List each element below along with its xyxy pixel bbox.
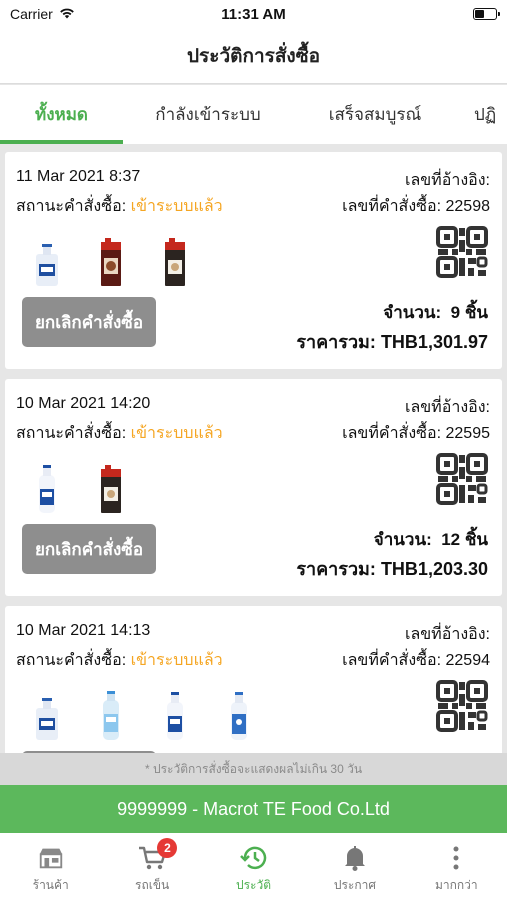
product-image bbox=[101, 465, 121, 513]
bell-icon bbox=[341, 845, 369, 871]
order-date: 10 Mar 2021 14:13 bbox=[16, 622, 151, 639]
nav-label: ประวัติ bbox=[235, 878, 272, 892]
product-image bbox=[101, 238, 121, 286]
product-image bbox=[39, 465, 55, 513]
order-no-label: เลขที่คำสั่งซื้อ: bbox=[342, 425, 442, 442]
order-no-value: 22598 bbox=[445, 198, 491, 215]
qty-value: 12 ชิ้น bbox=[441, 530, 488, 549]
battery-icon bbox=[473, 8, 500, 20]
order-card[interactable]: 10 Mar 2021 14:13 สถานะคำสั่งซื้อ: เข้าร… bbox=[5, 606, 502, 753]
nav-item-history[interactable]: ประวัติ bbox=[203, 833, 304, 900]
order-no-label: เลขที่คำสั่งซื้อ: bbox=[342, 198, 442, 215]
tab-rejected[interactable]: ปฏิ bbox=[474, 85, 507, 144]
qty-label: จำนวน: bbox=[373, 530, 432, 549]
nav-header: ประวัติการสั่งซื้อ bbox=[0, 28, 507, 84]
status-value: เข้าระบบแล้ว bbox=[130, 652, 223, 669]
product-image bbox=[167, 692, 183, 740]
status-tabs: ทั้งหมด กำลังเข้าระบบ เสร็จสมบูรณ์ ปฏิ bbox=[0, 85, 507, 144]
ref-label: เลขที่อ้างอิง: bbox=[404, 172, 490, 189]
status-label: สถานะคำสั่งซื้อ: bbox=[16, 425, 127, 442]
tab-all[interactable]: ทั้งหมด bbox=[0, 85, 123, 144]
bottom-nav: ร้านค้า 2 รถเข็น ประวัติ ประกาศ มากกว่า bbox=[0, 833, 507, 900]
tab-indicator bbox=[0, 140, 123, 144]
nav-item-more[interactable]: มากกว่า bbox=[406, 833, 507, 900]
store-icon bbox=[37, 845, 65, 871]
wifi-icon bbox=[59, 6, 75, 22]
total-value: THB1,203.30 bbox=[380, 559, 488, 579]
product-thumbnails bbox=[35, 457, 123, 515]
status-label: สถานะคำสั่งซื้อ: bbox=[16, 652, 127, 669]
order-no-label: เลขที่คำสั่งซื้อ: bbox=[342, 652, 442, 669]
tab-processing[interactable]: กำลังเข้าระบบ bbox=[138, 85, 278, 144]
ref-label: เลขที่อ้างอิง: bbox=[404, 399, 490, 416]
product-image bbox=[36, 698, 58, 740]
tab-label: ทั้งหมด bbox=[35, 105, 88, 124]
order-list[interactable]: 11 Mar 2021 8:37 สถานะคำสั่งซื้อ: เข้าระ… bbox=[0, 148, 507, 753]
product-image bbox=[36, 244, 58, 286]
tab-completed[interactable]: เสร็จสมบูรณ์ bbox=[310, 85, 440, 144]
nav-item-store[interactable]: ร้านค้า bbox=[0, 833, 101, 900]
order-status: สถานะคำสั่งซื้อ: เข้าระบบแล้ว bbox=[16, 648, 223, 673]
carrier-label: Carrier bbox=[10, 6, 53, 22]
order-quantity: จำนวน: 12 ชิ้น bbox=[374, 526, 488, 553]
order-card[interactable]: 10 Mar 2021 14:20 สถานะคำสั่งซื้อ: เข้าร… bbox=[5, 379, 502, 596]
tab-label: กำลังเข้าระบบ bbox=[155, 105, 261, 124]
nav-label: ประกาศ bbox=[333, 878, 376, 892]
nav-item-announcements[interactable]: ประกาศ bbox=[304, 833, 405, 900]
history-notice: * ประวัติการสั่งซื้อจะแสดงผลไม่เกิน 30 ว… bbox=[0, 753, 507, 785]
order-total: ราคารวม: THB1,203.30 bbox=[296, 554, 488, 583]
status-bar: Carrier 11:31 AM bbox=[0, 0, 507, 28]
nav-label: รถเข็น bbox=[135, 878, 170, 892]
tab-label: เสร็จสมบูรณ์ bbox=[328, 105, 422, 124]
order-no-value: 22594 bbox=[445, 652, 491, 669]
order-date: 11 Mar 2021 8:37 bbox=[16, 168, 141, 185]
order-card[interactable]: 11 Mar 2021 8:37 สถานะคำสั่งซื้อ: เข้าระ… bbox=[5, 152, 502, 369]
order-ref: เลขที่อ้างอิง: bbox=[405, 168, 490, 193]
product-image bbox=[231, 692, 247, 740]
qty-label: จำนวน: bbox=[383, 303, 442, 322]
order-number: เลขที่คำสั่งซื้อ: 22595 bbox=[342, 421, 490, 446]
cart-badge: 2 bbox=[157, 838, 178, 858]
qr-code-icon[interactable] bbox=[436, 680, 488, 732]
nav-item-cart[interactable]: 2 รถเข็น bbox=[101, 833, 202, 900]
cancel-order-button[interactable]: ยกเลิกคำสั่งซื้อ bbox=[22, 297, 156, 347]
nav-label: ร้านค้า bbox=[32, 878, 69, 892]
history-icon bbox=[239, 845, 268, 871]
status-value: เข้าระบบแล้ว bbox=[130, 425, 223, 442]
ref-label: เลขที่อ้างอิง: bbox=[404, 626, 490, 643]
order-ref: เลขที่อ้างอิง: bbox=[405, 395, 490, 420]
order-total: ราคารวม: THB1,301.97 bbox=[296, 327, 488, 356]
qr-code-icon[interactable] bbox=[436, 226, 488, 278]
product-image bbox=[103, 691, 119, 740]
total-value: THB1,301.97 bbox=[380, 332, 488, 352]
order-status: สถานะคำสั่งซื้อ: เข้าระบบแล้ว bbox=[16, 421, 223, 446]
product-image bbox=[165, 238, 185, 286]
company-bar[interactable]: 9999999 - Macrot TE Food Co.Ltd bbox=[0, 785, 507, 833]
total-label: ราคารวม: bbox=[296, 332, 376, 352]
cancel-order-button[interactable]: ยกเลิกคำสั่งซื้อ bbox=[22, 524, 156, 574]
order-no-value: 22595 bbox=[445, 425, 491, 442]
qr-code-icon[interactable] bbox=[436, 453, 488, 505]
status-value: เข้าระบบแล้ว bbox=[130, 198, 223, 215]
more-icon bbox=[442, 845, 470, 871]
nav-label: มากกว่า bbox=[435, 878, 478, 892]
order-number: เลขที่คำสั่งซื้อ: 22598 bbox=[342, 194, 490, 219]
qty-value: 9 ชิ้น bbox=[450, 303, 488, 322]
app-screen: Carrier 11:31 AM ประวัติการสั่งซื้อ ทั้ง… bbox=[0, 0, 507, 900]
order-number: เลขที่คำสั่งซื้อ: 22594 bbox=[342, 648, 490, 673]
order-quantity: จำนวน: 9 ชิ้น bbox=[383, 299, 488, 326]
order-date: 10 Mar 2021 14:20 bbox=[16, 395, 151, 412]
order-status: สถานะคำสั่งซื้อ: เข้าระบบแล้ว bbox=[16, 194, 223, 219]
tab-label: ปฏิ bbox=[474, 105, 497, 124]
product-thumbnails bbox=[35, 230, 187, 288]
order-ref: เลขที่อ้างอิง: bbox=[405, 622, 490, 647]
total-label: ราคารวม: bbox=[296, 559, 376, 579]
product-thumbnails bbox=[35, 684, 251, 742]
page-title: ประวัติการสั่งซื้อ bbox=[186, 45, 321, 67]
status-label: สถานะคำสั่งซื้อ: bbox=[16, 198, 127, 215]
